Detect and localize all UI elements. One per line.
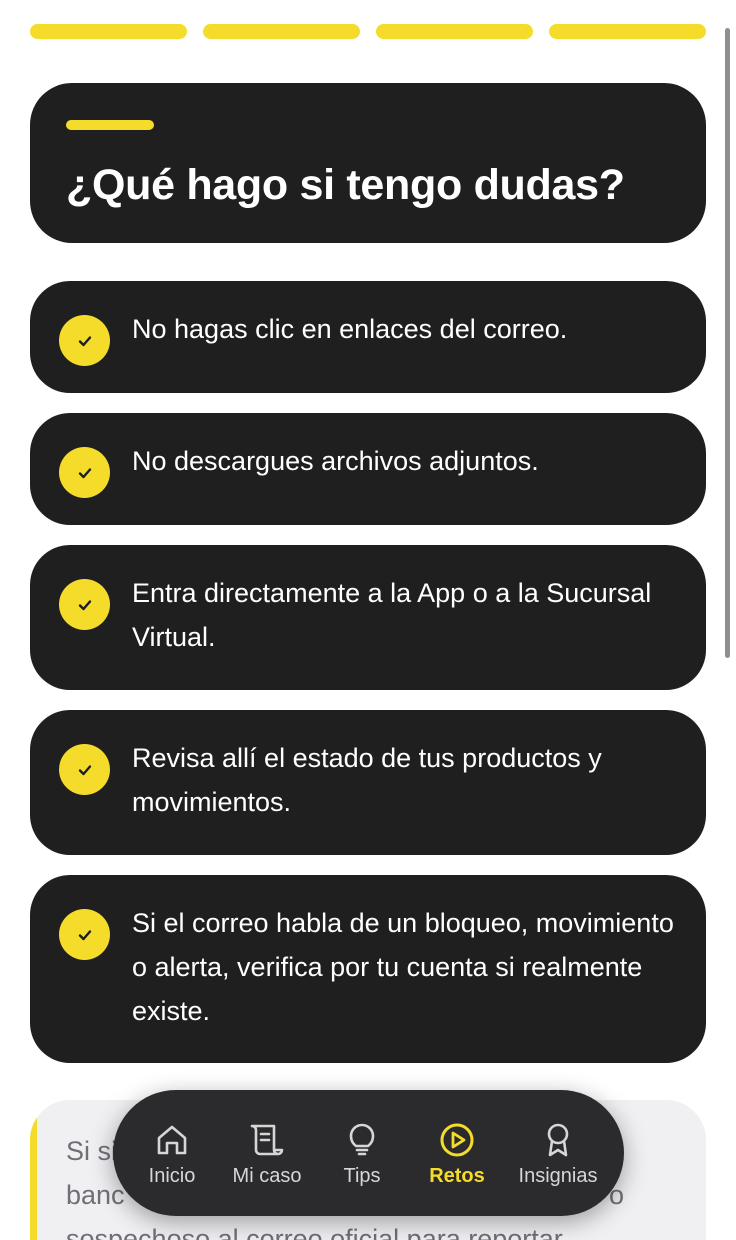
scrollbar[interactable] bbox=[725, 28, 730, 658]
check-icon bbox=[59, 447, 110, 498]
progress-segment-2 bbox=[203, 24, 360, 39]
info-text-line: sospechoso al correo oficial para report… bbox=[66, 1224, 563, 1240]
nav-item-label: Inicio bbox=[148, 1165, 196, 1187]
badge-icon bbox=[538, 1120, 578, 1160]
check-icon bbox=[59, 744, 110, 795]
check-icon bbox=[59, 315, 110, 366]
progress-segment-1 bbox=[30, 24, 187, 39]
tip-card: No descargues archivos adjuntos. bbox=[30, 413, 706, 525]
nav-item-retos[interactable]: Retos bbox=[409, 1120, 505, 1188]
tip-text: No hagas clic en enlaces del correo. bbox=[132, 314, 568, 344]
tip-card: Revisa allí el estado de tus productos y… bbox=[30, 710, 706, 855]
progress-segment-3 bbox=[376, 24, 533, 39]
info-accent-bar bbox=[30, 1100, 37, 1240]
bottom-nav: Inicio Mi caso Tips Retos Insignias bbox=[113, 1090, 624, 1216]
nav-item-label: Insignias bbox=[518, 1165, 598, 1187]
tip-text: Revisa allí el estado de tus productos y… bbox=[132, 743, 602, 817]
page-title: ¿Qué hago si tengo dudas? bbox=[66, 161, 625, 209]
nav-item-label: Mi caso bbox=[232, 1165, 302, 1187]
nav-item-mi-caso[interactable]: Mi caso bbox=[219, 1120, 315, 1188]
nav-item-inicio[interactable]: Inicio bbox=[124, 1120, 220, 1188]
info-text-fragment: banc bbox=[66, 1180, 125, 1210]
progress-bar bbox=[30, 24, 706, 39]
nav-item-tips[interactable]: Tips bbox=[314, 1120, 410, 1188]
tip-card: No hagas clic en enlaces del correo. bbox=[30, 281, 706, 393]
tip-card: Entra directamente a la App o a la Sucur… bbox=[30, 545, 706, 690]
tip-text: Entra directamente a la App o a la Sucur… bbox=[132, 578, 652, 652]
lightbulb-icon bbox=[342, 1120, 382, 1160]
title-card: ¿Qué hago si tengo dudas? bbox=[30, 83, 706, 243]
title-accent-bar bbox=[66, 120, 154, 130]
tip-card: Si el correo habla de un bloqueo, movimi… bbox=[30, 875, 706, 1063]
nav-item-label: Tips bbox=[343, 1165, 381, 1187]
play-circle-icon bbox=[437, 1120, 477, 1160]
check-icon bbox=[59, 909, 110, 960]
home-icon bbox=[152, 1120, 192, 1160]
check-icon bbox=[59, 579, 110, 630]
nav-item-label: Retos bbox=[429, 1165, 485, 1187]
progress-segment-4 bbox=[549, 24, 706, 39]
tip-text: Si el correo habla de un bloqueo, movimi… bbox=[132, 908, 674, 1026]
tip-text: No descargues archivos adjuntos. bbox=[132, 446, 539, 476]
nav-item-insignias[interactable]: Insignias bbox=[510, 1120, 606, 1188]
scroll-icon bbox=[247, 1120, 287, 1160]
